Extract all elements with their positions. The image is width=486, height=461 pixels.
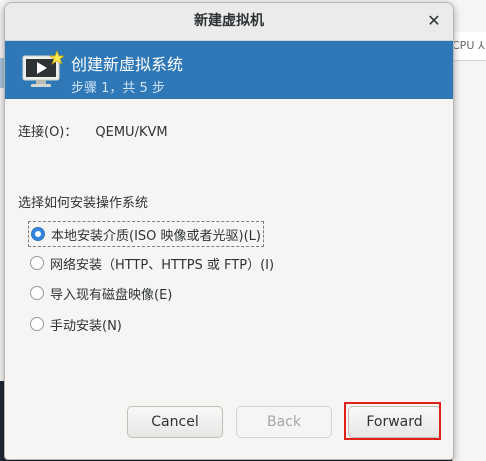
parent-window-side bbox=[452, 381, 486, 461]
forward-button[interactable]: Forward bbox=[348, 406, 441, 438]
radio-label: 网络安装（HTTP、HTTPS 或 FTP）(I) bbox=[50, 257, 275, 273]
radio-checked-icon bbox=[31, 227, 45, 241]
radio-unchecked-icon bbox=[30, 317, 44, 331]
cancel-button[interactable]: Cancel bbox=[127, 406, 223, 438]
radio-manual-install[interactable]: 手动安装(N) bbox=[30, 312, 122, 336]
radio-label: 手动安装(N) bbox=[50, 318, 122, 334]
radio-label: 本地安装介质(ISO 映像或者光驱)(L) bbox=[51, 228, 261, 244]
new-vm-dialog: 新建虚拟机 ✕ 创建新虚拟系统 步骤 1，共 5 步 连接(O)： QEMU/KV… bbox=[4, 2, 454, 460]
dialog-title: 新建虚拟机 bbox=[194, 13, 264, 29]
connection-label: 连接(O)： bbox=[18, 125, 78, 140]
close-icon: ✕ bbox=[427, 11, 441, 30]
wizard-step-indicator: 步骤 1，共 5 步 bbox=[71, 81, 165, 96]
connection-row: 连接(O)： QEMU/KVM bbox=[18, 121, 168, 140]
monitor-star-icon bbox=[22, 50, 65, 87]
radio-unchecked-icon bbox=[30, 286, 44, 300]
radio-import-disk-image[interactable]: 导入现有磁盘映像(E) bbox=[30, 281, 172, 305]
radio-local-media[interactable]: 本地安装介质(ISO 映像或者光驱)(L) bbox=[28, 221, 264, 247]
wizard-title: 创建新虚拟系统 bbox=[71, 55, 184, 74]
close-button[interactable]: ✕ bbox=[423, 11, 445, 33]
parent-column-header: CPU ⅄ bbox=[452, 32, 486, 61]
wizard-header-banner: 创建新虚拟系统 步骤 1，共 5 步 bbox=[5, 41, 453, 99]
radio-unchecked-icon bbox=[30, 256, 44, 270]
install-method-label: 选择如何安装操作系统 bbox=[18, 196, 149, 211]
connection-value: QEMU/KVM bbox=[95, 125, 168, 140]
radio-network-install[interactable]: 网络安装（HTTP、HTTPS 或 FTP）(I) bbox=[30, 251, 274, 275]
dialog-content: 连接(O)： QEMU/KVM 选择如何安装操作系统 本地安装介质(ISO 映像或… bbox=[5, 99, 453, 459]
dialog-titlebar: 新建虚拟机 ✕ bbox=[5, 3, 453, 41]
back-button[interactable]: Back bbox=[236, 406, 332, 438]
radio-label: 导入现有磁盘映像(E) bbox=[50, 287, 173, 303]
